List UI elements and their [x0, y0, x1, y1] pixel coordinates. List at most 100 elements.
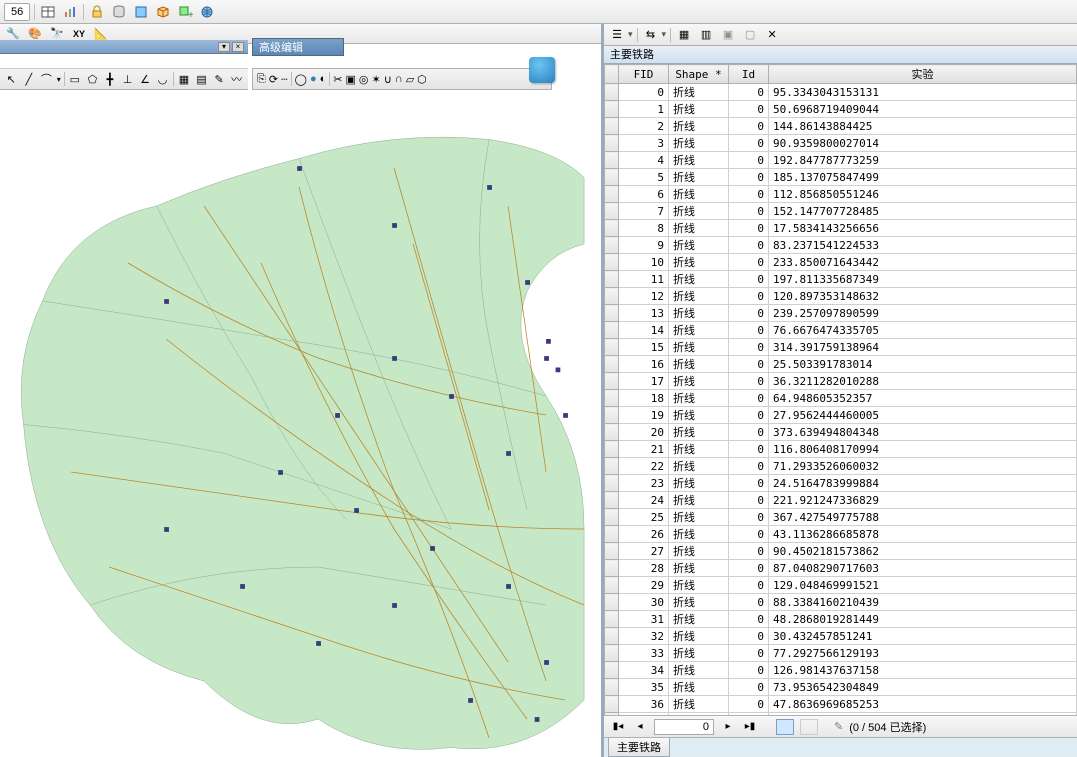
table-row[interactable]: 6折线0112.856850551246 — [605, 186, 1077, 203]
row-selector[interactable] — [605, 373, 619, 390]
square-icon[interactable] — [132, 3, 150, 21]
table-row[interactable]: 3折线090.9359800027014 — [605, 135, 1077, 152]
row-selector[interactable] — [605, 203, 619, 220]
first-record-button[interactable]: ▮◂ — [610, 719, 626, 735]
row-selector[interactable] — [605, 169, 619, 186]
rotate-icon[interactable]: ⟳ — [269, 73, 278, 86]
row-selector[interactable] — [605, 543, 619, 560]
explode-icon[interactable]: ✶ — [372, 73, 381, 86]
row-selector[interactable] — [605, 577, 619, 594]
menu-icon[interactable]: ☰ — [608, 26, 626, 44]
table-row[interactable]: 31折线048.2868019281449 — [605, 611, 1077, 628]
close-icon[interactable]: × — [232, 42, 244, 52]
row-selector[interactable] — [605, 645, 619, 662]
rect-icon[interactable]: ▭ — [68, 70, 83, 88]
table-row[interactable]: 25折线0367.427549775788 — [605, 509, 1077, 526]
row-selector[interactable] — [605, 254, 619, 271]
table-row[interactable]: 16折线025.503391783014 — [605, 356, 1077, 373]
row-selector[interactable] — [605, 288, 619, 305]
row-selector[interactable] — [605, 662, 619, 679]
table-row[interactable]: 0折线095.3343043153131 — [605, 84, 1077, 101]
row-selector[interactable] — [605, 271, 619, 288]
table-row[interactable]: 13折线0239.257097890599 — [605, 305, 1077, 322]
table-row[interactable]: 9折线083.2371541224533 — [605, 237, 1077, 254]
geodb-icon[interactable] — [110, 3, 128, 21]
row-selector[interactable] — [605, 560, 619, 577]
table-row[interactable]: 24折线0221.921247336829 — [605, 492, 1077, 509]
globe-icon[interactable] — [198, 3, 216, 21]
row-selector[interactable] — [605, 339, 619, 356]
row-selector[interactable] — [605, 101, 619, 118]
union-icon[interactable]: ∪ — [384, 73, 392, 86]
copy-icon[interactable]: ⎘ — [257, 73, 266, 86]
gen-icon[interactable]: ⬡ — [417, 73, 427, 86]
table-row[interactable]: 27折线090.4502181573862 — [605, 543, 1077, 560]
table2-icon[interactable]: ▤ — [194, 70, 209, 88]
row-selector[interactable] — [605, 356, 619, 373]
current-record-input[interactable] — [654, 719, 714, 735]
switch-icon[interactable]: ⇆ — [642, 26, 660, 44]
table-row[interactable]: 2折线0144.86143884425 — [605, 118, 1077, 135]
table-row[interactable]: 7折线0152.147707728485 — [605, 203, 1077, 220]
row-selector[interactable] — [605, 220, 619, 237]
table-row[interactable]: 5折线0185.137075847499 — [605, 169, 1077, 186]
row-selector[interactable] — [605, 305, 619, 322]
pin-icon[interactable]: ▾ — [218, 42, 230, 52]
row-selector[interactable] — [605, 475, 619, 492]
row-selector-header[interactable] — [605, 65, 619, 84]
table-row[interactable]: 22折线071.2933526060032 — [605, 458, 1077, 475]
show-all-button[interactable] — [776, 719, 794, 735]
grid-icon[interactable]: ▦ — [177, 70, 192, 88]
prev-record-button[interactable]: ◂ — [632, 719, 648, 735]
fill-icon[interactable]: ◐ — [320, 73, 327, 85]
trace-icon[interactable]: ◡ — [155, 70, 170, 88]
row-selector[interactable] — [605, 237, 619, 254]
zoom-sel-icon[interactable]: ▣ — [719, 26, 737, 44]
table-row[interactable]: 29折线0129.048469991521 — [605, 577, 1077, 594]
dash-icon[interactable]: ┄ — [281, 73, 288, 86]
table-row[interactable]: 34折线0126.981437637158 — [605, 662, 1077, 679]
col-id[interactable]: Id — [729, 65, 769, 84]
row-selector[interactable] — [605, 458, 619, 475]
table-row[interactable]: 4折线0192.847787773259 — [605, 152, 1077, 169]
perp-icon[interactable]: ⊥ — [120, 70, 135, 88]
row-selector[interactable] — [605, 407, 619, 424]
table-row[interactable]: 35折线073.953654230484​9 — [605, 679, 1077, 696]
row-selector[interactable] — [605, 322, 619, 339]
add-icon[interactable]: + — [176, 3, 194, 21]
row-selector[interactable] — [605, 118, 619, 135]
intersect-icon[interactable]: ∩ — [395, 73, 403, 85]
table-row[interactable]: 23折线024.5164783999884 — [605, 475, 1077, 492]
table-row[interactable]: 33折线077.2927566129193 — [605, 645, 1077, 662]
row-selector[interactable] — [605, 611, 619, 628]
stream-icon[interactable]: 〰 — [229, 70, 244, 88]
mid-icon[interactable]: ╋ — [103, 70, 118, 88]
split-icon[interactable]: ✂ — [333, 73, 342, 86]
table-row[interactable]: 12折线0120.897353148632 — [605, 288, 1077, 305]
clip-icon[interactable]: ▱ — [406, 73, 414, 86]
row-selector[interactable] — [605, 84, 619, 101]
table-row[interactable]: 8折线017.5834143256656 — [605, 220, 1077, 237]
merge-icon[interactable]: ▣ — [346, 73, 356, 86]
table-row[interactable]: 10折线0233.850071643442 — [605, 254, 1077, 271]
col-shiyan[interactable]: 实验 — [769, 65, 1077, 84]
row-selector[interactable] — [605, 594, 619, 611]
circle2-icon[interactable]: ● — [310, 73, 317, 85]
table-row[interactable]: 26折线043.1136286685878 — [605, 526, 1077, 543]
pointer-icon[interactable]: ↖ — [4, 70, 19, 88]
row-selector[interactable] — [605, 424, 619, 441]
lock-icon[interactable] — [88, 3, 106, 21]
related-icon[interactable]: ▦ — [675, 26, 693, 44]
table-row[interactable]: 32折线030.432457851241 — [605, 628, 1077, 645]
table-row[interactable]: 30折线088.3384160210439 — [605, 594, 1077, 611]
table-icon[interactable] — [39, 3, 57, 21]
dropdown-icon[interactable]: ▾ — [57, 75, 61, 84]
scale-input[interactable]: 56 — [4, 3, 30, 21]
row-selector[interactable] — [605, 492, 619, 509]
last-record-button[interactable]: ▸▮ — [742, 719, 758, 735]
circle-icon[interactable]: ◯ — [295, 73, 307, 86]
show-selected-button[interactable] — [800, 719, 818, 735]
row-selector[interactable] — [605, 186, 619, 203]
poly-icon[interactable]: ⬠ — [85, 70, 100, 88]
table-row[interactable]: 17折线036.3211282010288 — [605, 373, 1077, 390]
